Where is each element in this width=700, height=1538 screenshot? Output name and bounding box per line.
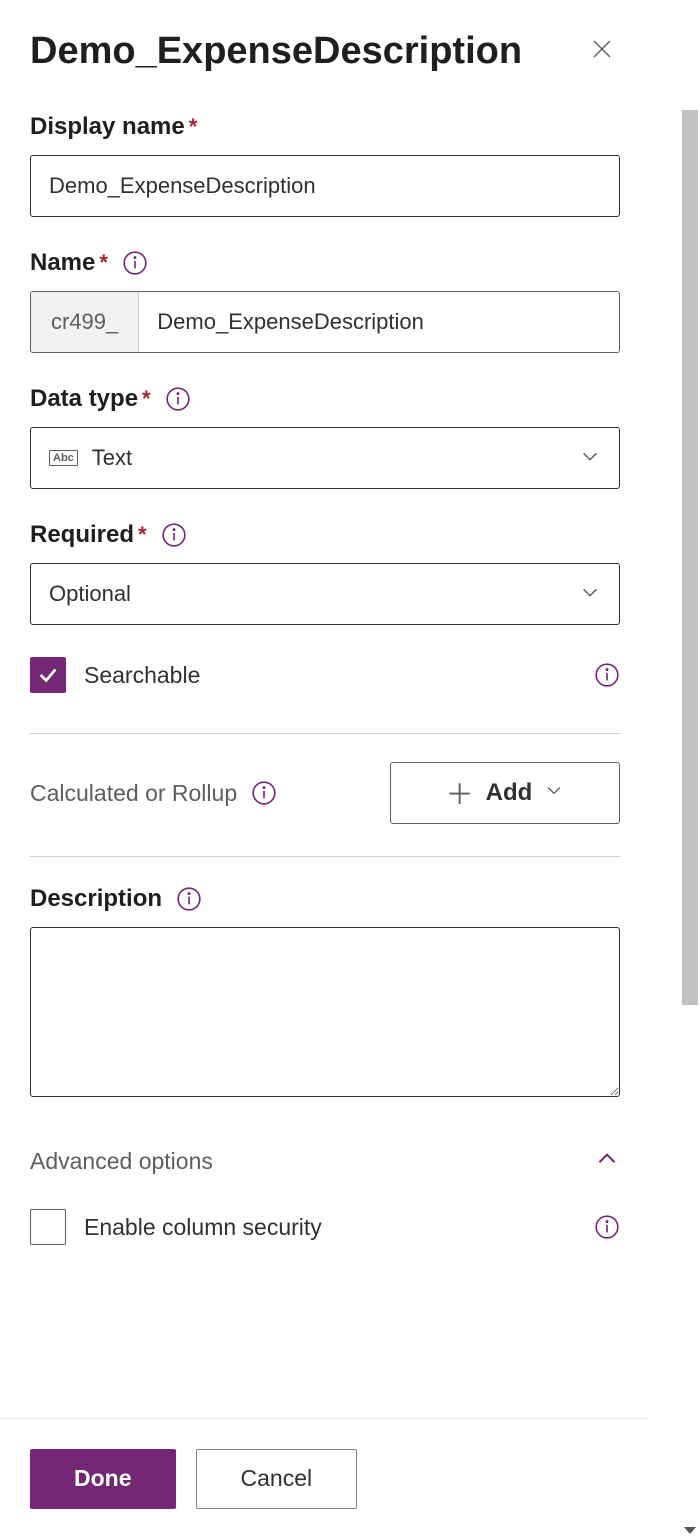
description-label: Description bbox=[30, 885, 162, 913]
required-indicator: * bbox=[189, 114, 198, 139]
add-button[interactable]: ＋ Add bbox=[390, 762, 620, 824]
close-icon bbox=[590, 37, 614, 61]
scrollbar-thumb[interactable] bbox=[682, 110, 698, 1005]
display-name-label: Display name* bbox=[30, 113, 197, 141]
required-label: Required* bbox=[30, 521, 147, 549]
advanced-options-label: Advanced options bbox=[30, 1148, 213, 1175]
data-type-field: Data type* Abc Text bbox=[30, 385, 620, 489]
description-textarea[interactable] bbox=[30, 927, 620, 1097]
done-button[interactable]: Done bbox=[30, 1449, 176, 1509]
enable-column-security-checkbox[interactable] bbox=[30, 1209, 66, 1245]
data-type-label: Data type* bbox=[30, 385, 151, 413]
scroll-down-icon[interactable] bbox=[684, 1527, 696, 1534]
name-info-icon[interactable] bbox=[122, 250, 148, 276]
add-button-label: Add bbox=[486, 779, 533, 807]
chevron-down-icon bbox=[579, 445, 601, 472]
text-type-icon: Abc bbox=[49, 450, 78, 466]
required-info-icon[interactable] bbox=[161, 522, 187, 548]
chevron-down-icon bbox=[579, 581, 601, 608]
required-value: Optional bbox=[49, 581, 131, 607]
name-prefix: cr499_ bbox=[31, 292, 139, 352]
close-button[interactable] bbox=[584, 31, 620, 72]
enable-column-security-row: Enable column security bbox=[30, 1209, 620, 1245]
enable-column-security-info-icon[interactable] bbox=[594, 1214, 620, 1240]
calculated-rollup-row: Calculated or Rollup ＋ Add bbox=[30, 762, 620, 824]
divider bbox=[30, 856, 620, 857]
scrollbar[interactable] bbox=[680, 0, 700, 1538]
description-field: Description bbox=[30, 885, 620, 1102]
required-indicator: * bbox=[138, 522, 147, 547]
data-type-select[interactable]: Abc Text bbox=[30, 427, 620, 489]
column-properties-panel: Demo_ExpenseDescription Display name* Na… bbox=[0, 0, 650, 1415]
searchable-info-icon[interactable] bbox=[594, 662, 620, 688]
plus-icon: ＋ bbox=[446, 773, 474, 813]
searchable-row: Searchable bbox=[30, 657, 620, 693]
required-indicator: * bbox=[142, 386, 151, 411]
divider bbox=[30, 733, 620, 734]
chevron-down-icon bbox=[544, 779, 564, 807]
panel-footer: Done Cancel bbox=[0, 1418, 650, 1538]
advanced-options-toggle[interactable]: Advanced options bbox=[30, 1146, 620, 1177]
panel-header: Demo_ExpenseDescription bbox=[30, 30, 620, 73]
required-indicator: * bbox=[99, 250, 108, 275]
name-input-row: cr499_ bbox=[30, 291, 620, 353]
enable-column-security-label: Enable column security bbox=[84, 1214, 322, 1241]
panel-title: Demo_ExpenseDescription bbox=[30, 30, 522, 73]
display-name-field: Display name* bbox=[30, 113, 620, 217]
data-type-info-icon[interactable] bbox=[165, 386, 191, 412]
description-info-icon[interactable] bbox=[176, 886, 202, 912]
calculated-rollup-info-icon[interactable] bbox=[251, 780, 277, 806]
required-select[interactable]: Optional bbox=[30, 563, 620, 625]
name-field: Name* cr499_ bbox=[30, 249, 620, 353]
required-field: Required* Optional bbox=[30, 521, 620, 625]
searchable-checkbox[interactable] bbox=[30, 657, 66, 693]
chevron-up-icon bbox=[594, 1146, 620, 1177]
name-label: Name* bbox=[30, 249, 108, 277]
searchable-label: Searchable bbox=[84, 662, 200, 689]
display-name-input[interactable] bbox=[30, 155, 620, 217]
name-input[interactable] bbox=[139, 292, 619, 352]
cancel-button[interactable]: Cancel bbox=[196, 1449, 358, 1509]
data-type-value: Text bbox=[92, 445, 132, 471]
calculated-rollup-label: Calculated or Rollup bbox=[30, 780, 237, 807]
